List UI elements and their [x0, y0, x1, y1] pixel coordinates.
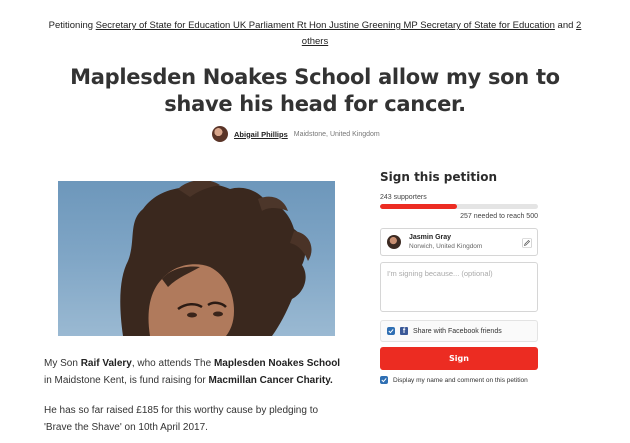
targets-link[interactable]: Secretary of State for Education UK Parl…	[96, 20, 555, 31]
petition-title: Maplesden Noakes School allow my son to …	[70, 65, 560, 116]
pencil-icon[interactable]	[522, 238, 532, 248]
progress-bar	[380, 204, 538, 209]
author-location: Maidstone, United Kingdom	[293, 130, 380, 138]
and-text: and	[557, 20, 574, 31]
signer-info: Jasmin Gray Norwich, United Kingdom	[409, 233, 482, 251]
display-name-label: Display my name and comment on this peti…	[393, 376, 528, 384]
sign-button[interactable]: Sign	[380, 347, 538, 370]
progress-fill	[380, 204, 457, 209]
son-name: Raif Valery	[80, 358, 132, 369]
reason-input[interactable]	[380, 262, 538, 312]
sign-heading: Sign this petition	[380, 170, 497, 184]
check-icon	[381, 378, 387, 383]
needed-count: 257 needed to reach 500	[460, 213, 538, 220]
facebook-icon: f	[400, 327, 408, 335]
petition-author: Abigail Phillips Maidstone, United Kingd…	[212, 125, 380, 143]
supporter-count: 243 supporters	[380, 194, 427, 201]
display-name-row[interactable]: Display my name and comment on this peti…	[380, 376, 528, 384]
check-icon	[388, 329, 394, 334]
signer-name: Jasmin Gray	[409, 234, 452, 241]
share-checkbox[interactable]	[387, 327, 395, 335]
author-avatar	[212, 126, 228, 142]
charity-name: Macmillan Cancer Charity.	[208, 375, 333, 386]
signer-avatar	[387, 235, 401, 249]
petition-targets: Petitioning Secretary of State for Educa…	[40, 18, 590, 50]
petitioning-prefix: Petitioning	[48, 20, 94, 31]
display-checkbox[interactable]	[380, 376, 388, 384]
author-name-link[interactable]: Abigail Phillips	[234, 130, 288, 139]
school-name: Maplesden Noakes School	[213, 358, 341, 369]
signer-location: Norwich, United Kingdom	[409, 243, 483, 250]
petition-photo	[58, 181, 335, 336]
facebook-share-row[interactable]: f Share with Facebook friends	[380, 320, 538, 342]
signer-card: Jasmin Gray Norwich, United Kingdom	[380, 228, 538, 256]
sign-panel: Sign this petition 243 supporters 257 ne…	[380, 170, 540, 384]
share-label: Share with Facebook friends	[413, 327, 502, 335]
story-paragraph-1: My Son Raif Valery, who attends The Mapl…	[44, 358, 341, 386]
story-paragraph-2: He has so far raised £185 for this worth…	[44, 405, 319, 433]
